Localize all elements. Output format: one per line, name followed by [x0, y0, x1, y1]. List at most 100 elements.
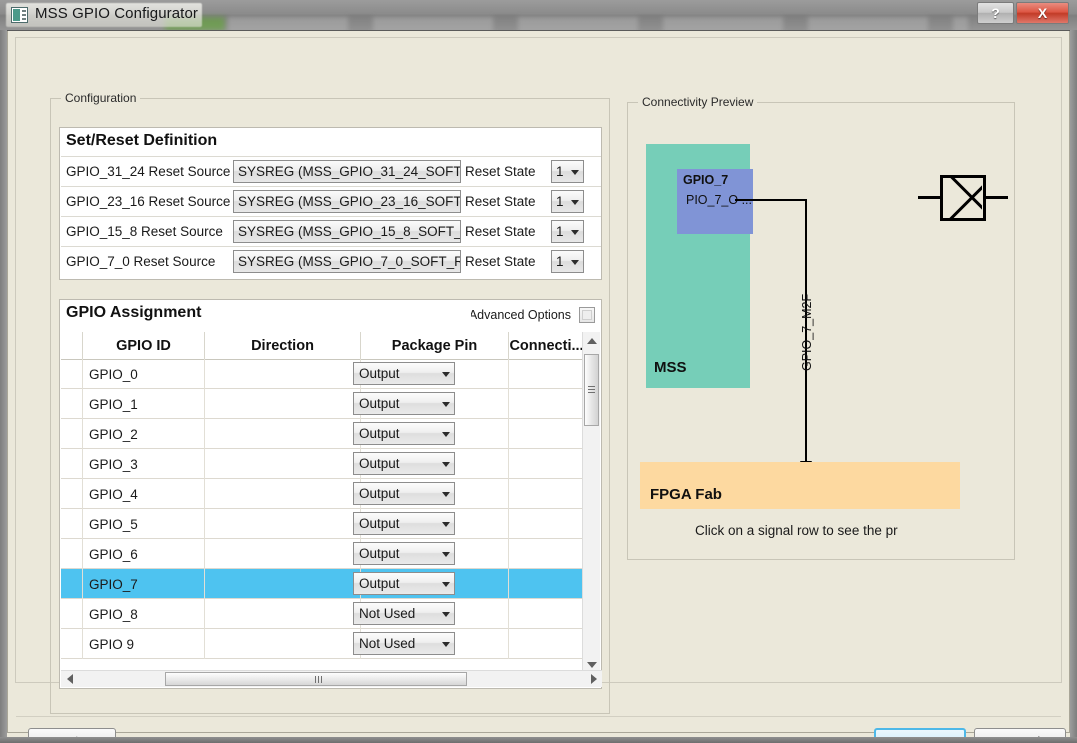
table-row[interactable]: GPIO_5Output FABRIC_A: [61, 509, 584, 539]
connectivity-cell: FABRIC_A: [509, 539, 584, 569]
reset-source-select[interactable]: SYSREG (MSS_GPIO_31_24_SOFT_RESET): [233, 160, 461, 183]
set-reset-row: GPIO_15_8 Reset Source SYSREG (MSS_GPIO_1…: [61, 216, 601, 246]
reset-source-select[interactable]: SYSREG (MSS_GPIO_15_8_SOFT_RESET): [233, 220, 461, 243]
direction-cell: Not Used: [205, 599, 455, 629]
gpio-id-cell: GPIO_8: [83, 599, 205, 629]
reset-source-value: SYSREG (MSS_GPIO_31_24_SOFT_RESET): [238, 164, 461, 179]
reset-state-select[interactable]: 1: [551, 220, 584, 243]
chevron-down-icon: [571, 170, 579, 175]
preview-hint-text: Click on a signal row to see the pr: [695, 523, 898, 538]
signal-wire-label: GPIO_7_M2F: [800, 293, 814, 371]
reset-source-label: GPIO_15_8 Reset Source: [66, 224, 223, 239]
package-pin-cell[interactable]: [361, 359, 509, 389]
row-selector-cell[interactable]: [61, 629, 83, 659]
row-selector-cell[interactable]: [61, 449, 83, 479]
reset-source-select[interactable]: SYSREG (MSS_GPIO_7_0_SOFT_RESET): [233, 250, 461, 273]
connectivity-cell: FABRIC_A: [509, 359, 584, 389]
help-titlebar-button[interactable]: ?: [977, 2, 1014, 24]
gpio-id-cell: GPIO_3: [83, 449, 205, 479]
reset-source-label: GPIO_23_16 Reset Source: [66, 194, 231, 209]
set-reset-definition-panel: Set/Reset Definition GPIO_31_24 Reset So…: [59, 127, 602, 280]
package-pin-cell[interactable]: [361, 569, 509, 599]
window-frame-left: [0, 30, 7, 743]
table-row[interactable]: GPIO_8Not Used FABRIC_A: [61, 599, 584, 629]
hscroll-thumb[interactable]: [165, 672, 467, 686]
reset-state-label: Reset State: [465, 254, 536, 269]
advanced-options-checkbox[interactable]: [579, 307, 595, 323]
table-row[interactable]: GPIO_4Output FABRIC_A: [61, 479, 584, 509]
column-header-1[interactable]: GPIO ID: [83, 332, 205, 359]
gpio-table-header: GPIO ID Direction Package Pin Connecti...: [61, 332, 584, 360]
direction-cell: Output: [205, 569, 455, 599]
scroll-left-icon[interactable]: [61, 671, 78, 687]
reset-state-select[interactable]: 1: [551, 250, 584, 273]
fpga-fabric-label: FPGA Fab: [650, 486, 722, 503]
row-selector-cell[interactable]: [61, 359, 83, 389]
row-selector-cell[interactable]: [61, 569, 83, 599]
package-pin-cell[interactable]: [361, 419, 509, 449]
table-row[interactable]: GPIO_1Output FABRIC_A: [61, 389, 584, 419]
column-header-0[interactable]: [61, 332, 83, 359]
gpio-id-cell: GPIO_1: [83, 389, 205, 419]
row-selector-cell[interactable]: [61, 389, 83, 419]
row-selector-cell[interactable]: [61, 509, 83, 539]
reset-source-value: SYSREG (MSS_GPIO_15_8_SOFT_RESET): [238, 224, 461, 239]
window-body: Configuration Set/Reset Definition GPIO_…: [7, 31, 1070, 743]
reset-state-value: 1: [556, 254, 564, 269]
table-row[interactable]: GPIO_3Output FABRIC_A: [61, 449, 584, 479]
column-header-4[interactable]: Connecti...: [509, 332, 584, 359]
close-icon[interactable]: X: [1016, 2, 1069, 24]
row-selector-cell[interactable]: [61, 539, 83, 569]
direction-cell: Output: [205, 359, 455, 389]
reset-state-label: Reset State: [465, 164, 536, 179]
table-row[interactable]: GPIO_0Output FABRIC_A: [61, 359, 584, 389]
title-bar[interactable]: MSS GPIO Configurator ? X: [0, 0, 1077, 31]
row-selector-cell[interactable]: [61, 599, 83, 629]
vscroll-thumb[interactable]: [584, 354, 599, 426]
io-pad-icon: [918, 175, 1008, 221]
connectivity-cell: FABRIC_A: [509, 629, 584, 659]
reset-source-select[interactable]: SYSREG (MSS_GPIO_23_16_SOFT_RESET): [233, 190, 461, 213]
direction-cell: Output: [205, 539, 455, 569]
gpio-id-cell: GPIO_5: [83, 509, 205, 539]
dialog-content-area: Configuration Set/Reset Definition GPIO_…: [15, 37, 1062, 714]
table-row[interactable]: GPIO_7Output FABRIC_A: [61, 569, 584, 599]
scroll-up-icon[interactable]: [583, 332, 600, 349]
package-pin-cell[interactable]: [361, 479, 509, 509]
desktop-blur-taskbar: [228, 17, 968, 30]
gpio-table-hscrollbar[interactable]: [61, 670, 602, 687]
reset-state-value: 1: [556, 164, 564, 179]
direction-cell: Not Used: [205, 629, 455, 659]
chevron-down-icon: [571, 200, 579, 205]
gpio-id-cell: GPIO_4: [83, 479, 205, 509]
package-pin-cell[interactable]: [361, 599, 509, 629]
scroll-right-icon[interactable]: [585, 671, 602, 687]
row-selector-cell[interactable]: [61, 419, 83, 449]
table-row[interactable]: GPIO_2Output FABRIC_A: [61, 419, 584, 449]
package-pin-cell[interactable]: [361, 449, 509, 479]
table-row[interactable]: GPIO_6Output FABRIC_A: [61, 539, 584, 569]
package-pin-cell[interactable]: [361, 509, 509, 539]
connectivity-cell: FABRIC_A: [509, 599, 584, 629]
column-header-2[interactable]: Direction: [205, 332, 361, 359]
set-reset-heading: Set/Reset Definition: [66, 132, 218, 149]
gpio-table-vscrollbar[interactable]: [582, 332, 600, 673]
package-pin-cell[interactable]: [361, 629, 509, 659]
gpio-id-cell: GPIO_6: [83, 539, 205, 569]
gpio-id-cell: GPIO_0: [83, 359, 205, 389]
signal-wire-horizontal: [735, 199, 807, 201]
gpio-assignment-heading: GPIO Assignment: [66, 304, 202, 321]
table-row[interactable]: GPIO 9Not Used FABRIC_A: [61, 629, 584, 659]
row-selector-cell[interactable]: [61, 479, 83, 509]
reset-source-value: SYSREG (MSS_GPIO_7_0_SOFT_RESET): [238, 254, 460, 269]
advanced-options-label: Advanced Options: [471, 308, 571, 322]
reset-state-select[interactable]: 1: [551, 160, 584, 183]
preview-hint: Click on a signal row to see the pr: [640, 521, 916, 543]
column-header-3[interactable]: Package Pin: [361, 332, 509, 359]
reset-state-select[interactable]: 1: [551, 190, 584, 213]
direction-cell: Output: [205, 479, 455, 509]
package-pin-cell[interactable]: [361, 389, 509, 419]
package-pin-cell[interactable]: [361, 539, 509, 569]
connectivity-cell: FABRIC_A: [509, 449, 584, 479]
window-frame-right: [1070, 30, 1077, 743]
